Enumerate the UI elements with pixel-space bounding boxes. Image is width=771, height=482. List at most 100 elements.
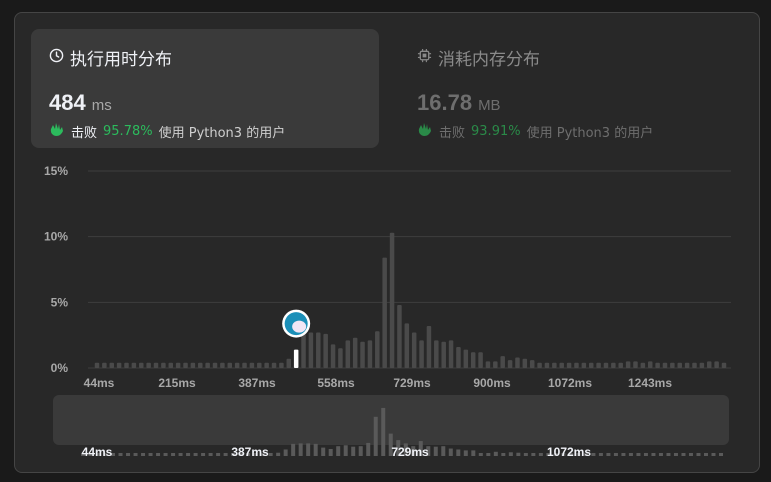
navigator-bar xyxy=(208,453,213,456)
navigator-bar xyxy=(673,453,678,456)
highlight-bar xyxy=(293,349,299,368)
bar xyxy=(146,362,151,368)
bar xyxy=(441,341,446,368)
navigator-bar xyxy=(306,443,311,456)
bar xyxy=(249,362,255,368)
navigator-label: 1072ms xyxy=(547,445,591,459)
navigator-bar xyxy=(598,453,603,456)
bar xyxy=(655,362,660,368)
bar xyxy=(175,362,181,368)
navigator-bar xyxy=(696,453,701,456)
bar xyxy=(618,362,623,368)
x-tick-label: 1243ms xyxy=(628,376,672,390)
navigator-bar xyxy=(276,452,281,456)
navigator-bar xyxy=(501,453,506,456)
bar xyxy=(507,360,513,368)
navigator-bar xyxy=(171,453,176,456)
navigator-bar xyxy=(381,407,386,456)
avatar-face xyxy=(292,320,307,333)
navigator-bar xyxy=(711,453,716,456)
x-tick-label: 44ms xyxy=(84,376,115,390)
x-tick-label: 215ms xyxy=(158,376,196,390)
bar xyxy=(352,337,358,368)
bar xyxy=(596,362,601,368)
navigator-bar xyxy=(193,453,198,456)
navigator-bar xyxy=(703,453,708,456)
bar xyxy=(397,304,402,368)
bar xyxy=(603,362,609,368)
navigator-bar xyxy=(186,453,191,456)
navigator-bar xyxy=(493,451,498,456)
bar xyxy=(124,362,129,368)
bar xyxy=(588,362,594,368)
bar xyxy=(515,357,520,368)
bar xyxy=(633,361,638,368)
navigator-bar xyxy=(321,447,326,456)
navigator-bar xyxy=(681,453,686,456)
navigator-bar xyxy=(628,453,633,456)
bar xyxy=(102,362,107,368)
navigator-bar xyxy=(463,450,468,456)
bar xyxy=(316,332,321,368)
bar xyxy=(706,361,712,368)
navigator-label: 387ms xyxy=(231,445,269,459)
x-tick-label: 900ms xyxy=(473,376,511,390)
bar xyxy=(522,358,528,368)
y-tick-label: 15% xyxy=(44,164,68,178)
bar xyxy=(448,340,454,368)
navigator-bar xyxy=(538,453,543,456)
navigator-bar xyxy=(688,453,693,456)
navigator-bar xyxy=(448,448,453,456)
navigator-bar xyxy=(178,453,183,456)
bar xyxy=(220,362,225,368)
y-tick-label: 5% xyxy=(51,295,69,309)
bar xyxy=(301,333,306,368)
y-tick-label: 10% xyxy=(44,230,68,244)
navigator-bar xyxy=(163,453,168,456)
bar xyxy=(485,361,491,368)
navigator-bar xyxy=(651,453,656,456)
navigator-bar xyxy=(441,446,446,456)
bar xyxy=(279,362,284,368)
bar xyxy=(257,362,262,368)
bar xyxy=(323,333,328,368)
runtime-distribution-chart[interactable]: 15% 10% 5% 0% 44ms 215ms 387ms 558ms 729ms 900ms 1… xyxy=(0,0,771,482)
navigator-bar xyxy=(719,453,723,456)
bar xyxy=(139,362,144,368)
navigator-bar xyxy=(268,453,273,456)
bar xyxy=(625,361,631,368)
navigator-bar xyxy=(606,453,611,456)
bar xyxy=(161,362,166,368)
navigator-bar xyxy=(336,446,341,456)
bar xyxy=(367,340,373,368)
bar xyxy=(404,323,410,368)
x-tick-label: 558ms xyxy=(317,376,355,390)
navigator-bar xyxy=(621,453,626,456)
bar xyxy=(670,362,675,368)
bar xyxy=(116,362,122,368)
y-tick-label: 0% xyxy=(51,361,69,375)
bar xyxy=(330,344,336,368)
navigator-bar xyxy=(433,446,438,456)
bar xyxy=(470,352,476,368)
bar xyxy=(559,362,564,368)
bar xyxy=(662,362,668,368)
bar xyxy=(537,362,542,368)
bar xyxy=(581,362,587,368)
navigator-label: 729ms xyxy=(391,445,429,459)
navigator-bar xyxy=(508,452,513,456)
bar xyxy=(434,340,439,368)
navigator-bar xyxy=(313,443,318,456)
bar xyxy=(478,352,483,368)
bar xyxy=(677,362,682,368)
navigator-bar xyxy=(643,453,648,456)
navigator-bar xyxy=(516,452,521,456)
navigator-bar xyxy=(358,446,363,456)
navigator-bar xyxy=(366,442,371,456)
bar xyxy=(566,362,572,368)
navigator-bar xyxy=(666,453,671,456)
bar xyxy=(692,362,697,368)
bar xyxy=(426,325,432,368)
navigator-bar xyxy=(471,450,476,456)
bar xyxy=(345,340,351,368)
